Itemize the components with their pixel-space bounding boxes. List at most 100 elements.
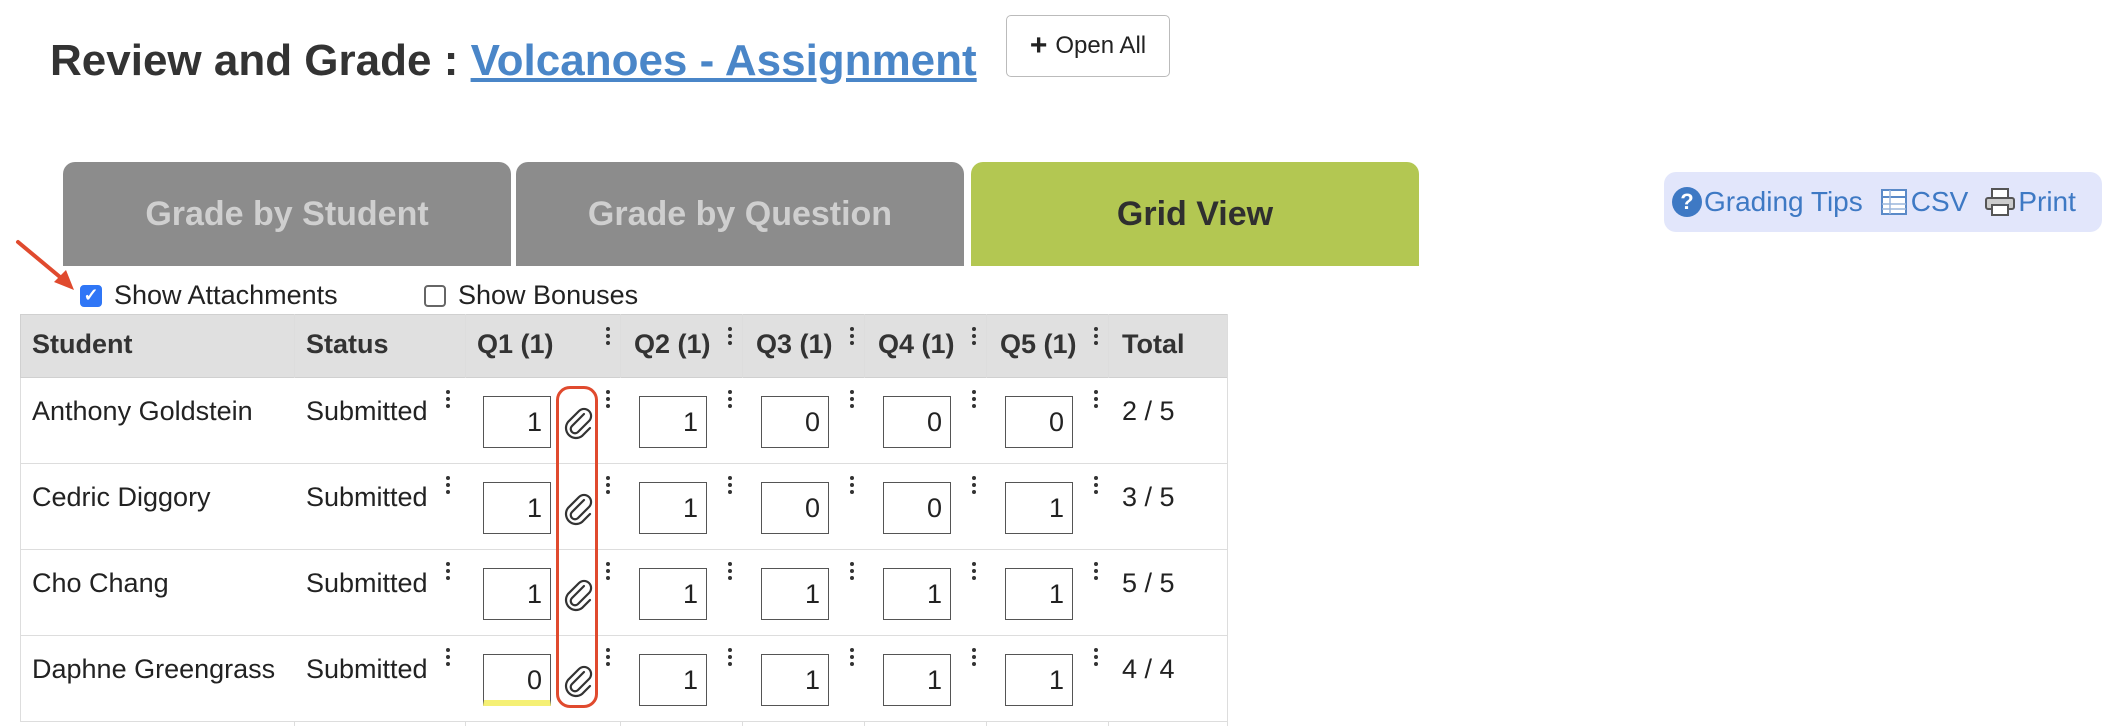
status-text: Submitted (306, 396, 428, 426)
score-menu-icon[interactable] (726, 476, 734, 497)
open-all-button[interactable]: + Open All (1006, 15, 1170, 77)
tab-grade-by-student[interactable]: Grade by Student (63, 162, 511, 266)
score-input-q1[interactable]: 0 (483, 654, 551, 706)
score-input-q1[interactable]: 1 (483, 396, 551, 448)
student-name[interactable]: Cho Chang (32, 568, 169, 599)
csv-link[interactable]: CSV (1879, 186, 1969, 218)
open-all-label: Open All (1055, 32, 1147, 59)
score-menu-icon[interactable] (726, 390, 734, 411)
score-input-q4[interactable]: 0 (883, 482, 951, 534)
table-row: Cedric Diggory Submitted 1 1 0 0 1 3 / 5 (20, 464, 1228, 550)
score-menu-icon[interactable] (726, 648, 734, 669)
total-score: 4 / 4 (1122, 654, 1175, 684)
header-q3: Q3 (1) (756, 329, 833, 359)
q1-menu-icon[interactable] (604, 327, 612, 348)
score-menu-icon[interactable] (970, 648, 978, 669)
status-text: Submitted (306, 654, 428, 684)
header-student: Student (32, 329, 133, 359)
total-score: 2 / 5 (1122, 396, 1175, 426)
tools-panel: ? Grading Tips CSV Print (1664, 172, 2102, 232)
score-input-q5[interactable]: 0 (1005, 396, 1073, 448)
score-input-q4[interactable]: 1 (883, 654, 951, 706)
header-total: Total (1122, 329, 1185, 359)
status-menu-icon[interactable] (444, 476, 452, 497)
status-menu-icon[interactable] (444, 390, 452, 411)
show-bonuses-checkbox[interactable] (424, 284, 446, 307)
score-menu-icon[interactable] (604, 648, 612, 669)
score-menu-icon[interactable] (604, 476, 612, 497)
score-input-q2[interactable]: 1 (639, 482, 707, 534)
print-link[interactable]: Print (1984, 186, 2076, 218)
help-icon: ? (1672, 187, 1702, 217)
show-attachments-option[interactable]: ✓ Show Attachments (80, 280, 338, 311)
header-q2: Q2 (1) (634, 329, 711, 359)
score-input-q3[interactable]: 1 (761, 568, 829, 620)
score-menu-icon[interactable] (1092, 648, 1100, 669)
status-menu-icon[interactable] (444, 648, 452, 669)
score-input-q4[interactable]: 0 (883, 396, 951, 448)
score-menu-icon[interactable] (1092, 562, 1100, 583)
score-menu-icon[interactable] (726, 562, 734, 583)
score-menu-icon[interactable] (1092, 390, 1100, 411)
q5-menu-icon[interactable] (1092, 327, 1100, 348)
score-menu-icon[interactable] (848, 562, 856, 583)
status-text: Submitted (306, 568, 428, 598)
grades-grid: Student Status Q1 (1) Q2 (1) Q3 (1) Q4 (… (20, 314, 1228, 726)
csv-label: CSV (1910, 186, 1969, 217)
attachments-highlight-box (556, 386, 598, 708)
score-menu-icon[interactable] (848, 476, 856, 497)
grading-tips-link[interactable]: ? Grading Tips (1672, 186, 1863, 218)
score-input-q5[interactable]: 1 (1005, 482, 1073, 534)
score-menu-icon[interactable] (848, 648, 856, 669)
table-row: Anthony Goldstein Submitted 1 1 0 0 0 2 / 5 (20, 378, 1228, 464)
student-name[interactable]: Daphne Greengrass (32, 654, 275, 685)
score-input-q1[interactable]: 1 (483, 568, 551, 620)
q4-menu-icon[interactable] (970, 327, 978, 348)
student-name[interactable]: Anthony Goldstein (32, 396, 253, 427)
score-input-q2[interactable]: 1 (639, 654, 707, 706)
tab-grid-view[interactable]: Grid View (971, 162, 1419, 266)
status-menu-icon[interactable] (444, 562, 452, 583)
table-row: Daphne Greengrass Submitted 0 1 1 1 1 4 / 4 (20, 636, 1228, 722)
printer-icon (1985, 188, 2016, 216)
page-title: Review and Grade : Volcanoes - Assignmen… (50, 36, 977, 86)
show-bonuses-option[interactable]: Show Bonuses (424, 280, 638, 311)
annotation-arrow-icon (16, 240, 74, 290)
q3-menu-icon[interactable] (848, 327, 856, 348)
score-input-q2[interactable]: 1 (639, 396, 707, 448)
score-input-q3[interactable]: 1 (761, 654, 829, 706)
table-row: Cho Chang Submitted 1 1 1 1 1 5 / 5 (20, 550, 1228, 636)
grid-header: Student Status Q1 (1) Q2 (1) Q3 (1) Q4 (… (20, 314, 1228, 378)
show-attachments-checkbox[interactable]: ✓ (80, 284, 102, 307)
score-input-q3[interactable]: 0 (761, 482, 829, 534)
score-input-q5[interactable]: 1 (1005, 568, 1073, 620)
page-title-prefix: Review and Grade : (50, 36, 471, 85)
score-menu-icon[interactable] (970, 562, 978, 583)
score-menu-icon[interactable] (1092, 476, 1100, 497)
score-menu-icon[interactable] (848, 390, 856, 411)
total-score: 3 / 5 (1122, 482, 1175, 512)
score-input-q4[interactable]: 1 (883, 568, 951, 620)
grading-tips-label: Grading Tips (1704, 186, 1863, 217)
spreadsheet-icon (1880, 189, 1907, 215)
score-menu-icon[interactable] (604, 390, 612, 411)
score-input-q2[interactable]: 1 (639, 568, 707, 620)
student-name[interactable]: Cedric Diggory (32, 482, 211, 513)
show-attachments-label: Show Attachments (114, 280, 338, 310)
score-input-q5[interactable]: 1 (1005, 654, 1073, 706)
total-score: 5 / 5 (1122, 568, 1175, 598)
header-status: Status (306, 329, 389, 359)
plus-icon: + (1029, 29, 1048, 62)
show-bonuses-label: Show Bonuses (458, 280, 639, 310)
score-menu-icon[interactable] (604, 562, 612, 583)
score-input-q1[interactable]: 1 (483, 482, 551, 534)
score-menu-icon[interactable] (970, 476, 978, 497)
score-input-q3[interactable]: 0 (761, 396, 829, 448)
assignment-link[interactable]: Volcanoes - Assignment (471, 36, 977, 85)
header-q1: Q1 (1) (477, 329, 554, 359)
print-label: Print (2018, 186, 2076, 217)
q2-menu-icon[interactable] (726, 327, 734, 348)
tab-grade-by-question[interactable]: Grade by Question (516, 162, 964, 266)
score-menu-icon[interactable] (970, 390, 978, 411)
header-q4: Q4 (1) (878, 329, 955, 359)
